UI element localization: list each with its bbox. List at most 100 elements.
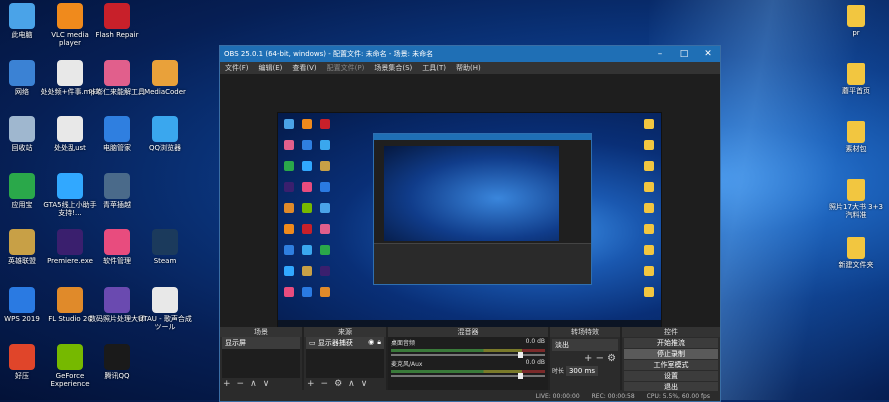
scenes-title: 场景 xyxy=(220,327,302,337)
menu-item[interactable]: 配置文件(P) xyxy=(322,63,370,73)
folder-label: pr xyxy=(852,29,860,37)
preview-folder-icon xyxy=(644,140,654,150)
window-title: OBS 25.0.1 (64-bit, windows) - 配置文件: 未命名… xyxy=(224,50,434,58)
preview-folder-icon xyxy=(644,224,654,234)
app-icon xyxy=(9,287,35,313)
preview-desktop-icon xyxy=(302,203,312,213)
control-button[interactable]: 工作室模式 xyxy=(624,360,718,370)
control-button[interactable]: 设置 xyxy=(624,371,718,381)
duration-input[interactable]: 300 ms xyxy=(565,366,598,376)
preview-desktop-icon xyxy=(320,119,330,129)
cpu-usage: CPU: 5.5%, 60.00 fps xyxy=(646,392,710,400)
remove-transition-icon[interactable]: − xyxy=(596,353,604,364)
source-down-icon[interactable]: ∨ xyxy=(361,379,368,389)
controls-dock: 控件 开始推流 停止录制 工作室模式 设置 退出 xyxy=(622,327,720,392)
volume-slider[interactable] xyxy=(391,352,545,358)
menu-item[interactable]: 查看(V) xyxy=(287,63,321,73)
menu-bar: 文件(F) 编辑(E) 查看(V) 配置文件(P) 场景集合(S) 工具(T) 帮助(H) xyxy=(220,62,720,74)
app-icon xyxy=(104,3,130,29)
mixer-dock: 混音器 桌面音频 0.0 dB 麦克风/Aux 0.0 dB xyxy=(388,327,548,390)
app-icon xyxy=(57,287,83,313)
obs-window[interactable]: OBS 25.0.1 (64-bit, windows) - 配置文件: 未命名… xyxy=(219,45,721,402)
folder-label: 蘑平首页 xyxy=(842,87,870,95)
visibility-eye-icon[interactable]: ◉ xyxy=(368,338,374,346)
desktop-folder[interactable]: 照片17大书 3+3汽料准 xyxy=(826,179,886,219)
menu-item[interactable]: 帮助(H) xyxy=(451,63,486,73)
desktop-icon-label: Flash Repair xyxy=(95,31,139,39)
preview-desktop-icon xyxy=(320,203,330,213)
source-up-icon[interactable]: ∧ xyxy=(348,379,355,389)
desktop-folder[interactable]: 素材包 xyxy=(826,121,886,153)
preview-desktop-icon xyxy=(284,203,294,213)
add-transition-icon[interactable]: + xyxy=(584,353,592,364)
close-icon[interactable]: ✕ xyxy=(696,49,720,59)
preview-folder-icon xyxy=(644,245,654,255)
move-up-icon[interactable]: ∧ xyxy=(250,379,257,389)
control-button[interactable]: 停止录制 xyxy=(624,349,718,359)
transition-gear-icon[interactable]: ⚙ xyxy=(607,353,616,364)
minimize-icon[interactable]: – xyxy=(648,49,672,59)
preview-folder-icon xyxy=(644,287,654,297)
preview-desktop-icon xyxy=(284,245,294,255)
app-icon xyxy=(152,116,178,142)
menu-item[interactable]: 场景集合(S) xyxy=(369,63,417,73)
menu-item[interactable]: 编辑(E) xyxy=(254,63,288,73)
preview-desktop-icon xyxy=(320,161,330,171)
app-icon xyxy=(57,60,83,86)
desktop-folder[interactable]: 新建文件夹 xyxy=(826,237,886,269)
preview-desktop-icon xyxy=(302,224,312,234)
app-icon xyxy=(9,116,35,142)
duration-label: 时长 xyxy=(552,368,565,375)
menu-item[interactable]: 工具(T) xyxy=(417,63,451,73)
desktop-icon[interactable]: MediaCoder xyxy=(135,60,195,96)
preview-desktop-icon xyxy=(284,119,294,129)
menu-item[interactable]: 文件(F) xyxy=(220,63,254,73)
source-item[interactable]: ▭ 显示器捕获 🔒︎ ◉ xyxy=(306,337,384,349)
app-icon xyxy=(9,60,35,86)
app-icon xyxy=(9,3,35,29)
app-icon xyxy=(57,116,83,142)
mixer-title: 混音器 xyxy=(388,327,548,337)
volume-slider[interactable] xyxy=(391,373,545,379)
desktop-icon-label: Steam xyxy=(153,257,177,265)
desktop-icon[interactable]: Steam xyxy=(135,229,195,265)
desktop-icon[interactable]: UTAU - 歌声合成ツール xyxy=(135,287,195,331)
title-bar[interactable]: OBS 25.0.1 (64-bit, windows) - 配置文件: 未命名… xyxy=(220,46,720,62)
preview-canvas[interactable] xyxy=(277,112,662,330)
remove-icon[interactable]: − xyxy=(237,379,245,389)
desktop-icon-label: UTAU - 歌声合成ツール xyxy=(138,315,192,331)
preview-area[interactable] xyxy=(220,74,720,330)
control-button[interactable]: 开始推流 xyxy=(624,338,718,348)
preview-desktop-icon xyxy=(284,287,294,297)
desktop-icon-label: MediaCoder xyxy=(144,88,186,96)
lock-icon[interactable]: 🔒︎ xyxy=(377,338,381,347)
app-icon xyxy=(152,60,178,86)
scene-item[interactable]: 显示屏 xyxy=(222,337,300,349)
transition-select[interactable]: 淡出 xyxy=(552,339,618,351)
preview-desktop-icon xyxy=(302,140,312,150)
add-source-icon[interactable]: + xyxy=(307,379,315,389)
maximize-icon[interactable]: □ xyxy=(672,49,696,59)
preview-desktop-icon xyxy=(320,224,330,234)
desktop-folder[interactable]: pr xyxy=(826,5,886,37)
preview-desktop-icon xyxy=(302,245,312,255)
preview-desktop-icon xyxy=(302,182,312,192)
preview-desktop-icon xyxy=(284,266,294,276)
dock-panels: 场景 显示屏 + − ∧ ∨ 来源 ▭ 显示器捕获 🔒︎ ◉ + − ⚙ ∧ ∨ 混音器 桌面音… xyxy=(220,327,720,392)
add-icon[interactable]: + xyxy=(223,379,231,389)
folder-icon xyxy=(847,179,865,201)
desktop-icon[interactable]: Flash Repair xyxy=(87,3,147,39)
folder-icon xyxy=(847,63,865,85)
preview-folder-icon xyxy=(644,266,654,276)
desktop-icon[interactable]: QQ浏览器 xyxy=(135,116,195,152)
folder-label: 新建文件夹 xyxy=(838,261,874,269)
desktop-icon[interactable]: 青苹插越 xyxy=(87,173,147,209)
app-icon xyxy=(9,229,35,255)
app-icon xyxy=(57,229,83,255)
preview-desktop-icon xyxy=(284,224,294,234)
gear-icon[interactable]: ⚙ xyxy=(334,379,342,389)
desktop-icon[interactable]: 腾讯QQ xyxy=(87,344,147,380)
desktop-folder[interactable]: 蘑平首页 xyxy=(826,63,886,95)
move-down-icon[interactable]: ∨ xyxy=(263,379,270,389)
remove-source-icon[interactable]: − xyxy=(321,379,329,389)
